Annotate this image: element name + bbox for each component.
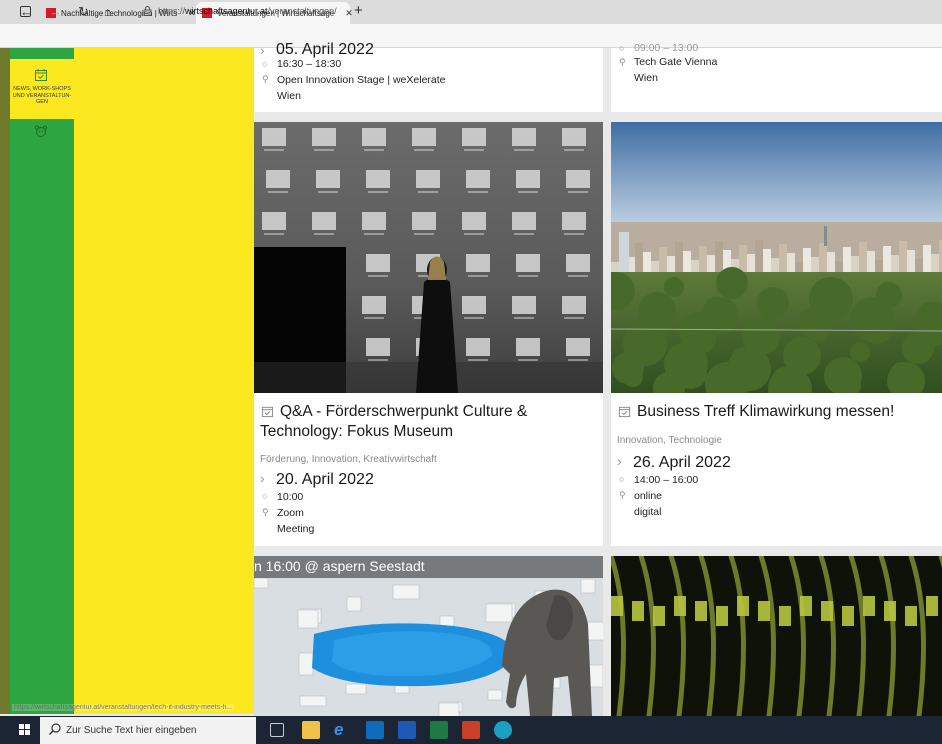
event-card[interactable]: ○ 09:00 – 13:00 ⚲ Tech Gate Vienna Wien: [611, 42, 942, 112]
location-pin-icon: ⚲: [262, 507, 269, 517]
url-domain: wirtschaftsagentur.at: [185, 6, 268, 16]
back-icon[interactable]: ←: [20, 3, 33, 21]
event-card[interactable]: Business Treff Klimawirkung messen! Inno…: [611, 122, 942, 546]
forward-icon[interactable]: →: [49, 3, 62, 21]
event-date: 05. April 2022: [276, 41, 374, 58]
event-time: 14:00 – 16:00: [634, 474, 699, 486]
event-card[interactable]: Q&A - Förderschwerpunkt Culture & Techno…: [254, 122, 603, 546]
sidebar-nav: [10, 48, 74, 714]
chevron-right-icon: ›: [260, 42, 265, 58]
event-sublocation: digital: [634, 506, 662, 518]
location-pin-icon: ⚲: [262, 74, 269, 84]
powerpoint-icon[interactable]: [462, 721, 480, 739]
edge-browser-icon[interactable]: [494, 721, 512, 739]
tag[interactable]: Kreativwirtschaft: [363, 454, 436, 465]
event-location: Open Innovation Stage | weXelerate: [277, 74, 446, 86]
event-tags: Innovation, Technologie: [617, 435, 722, 446]
event-date: 20. April 2022: [276, 471, 374, 488]
tag[interactable]: Innovation: [312, 454, 358, 465]
event-card[interactable]: [611, 556, 942, 716]
internet-explorer-icon[interactable]: e: [334, 721, 352, 739]
bear-icon[interactable]: [34, 124, 48, 138]
excel-icon[interactable]: [430, 721, 448, 739]
event-sublocation: Meeting: [277, 523, 315, 535]
event-image-city: [611, 122, 942, 393]
reload-icon[interactable]: ↻: [78, 3, 89, 21]
address-bar: [0, 24, 942, 48]
close-tab-icon[interactable]: ✕: [345, 8, 353, 19]
location-pin-icon: ⚲: [619, 57, 626, 67]
word-icon[interactable]: [398, 721, 416, 739]
clock-icon: ○: [619, 474, 625, 484]
clock-icon: ○: [619, 43, 625, 53]
event-image-aspern: [254, 556, 603, 716]
event-time: 16:30 – 18:30: [277, 58, 342, 70]
sidebar-panel: [74, 48, 254, 714]
windows-start-icon[interactable]: [19, 724, 30, 735]
url-path: /veranstaltungen/: [267, 6, 337, 16]
event-banner-text: n 16:00 @ aspern Seestadt: [254, 558, 425, 574]
lock-icon[interactable]: [143, 6, 152, 16]
event-card[interactable]: n 16:00 @ aspern Seestadt: [254, 556, 603, 716]
event-location: Zoom: [277, 507, 304, 519]
event-image-network-cables: [611, 556, 942, 716]
event-location: online: [634, 490, 663, 502]
background-strip: [0, 48, 10, 714]
calendar-icon: [35, 69, 47, 81]
event-title[interactable]: Q&A - Förderschwerpunkt Culture & Techno…: [260, 402, 590, 442]
location-pin-icon: ⚲: [619, 490, 626, 500]
task-view-icon[interactable]: [270, 723, 284, 737]
home-icon[interactable]: ⌂: [104, 3, 111, 21]
file-explorer-icon[interactable]: [302, 721, 320, 739]
tag[interactable]: Förderung: [260, 454, 306, 465]
event-tags: Förderung, Innovation, Kreativwirtschaft: [260, 454, 437, 465]
event-city: Wien: [634, 72, 658, 84]
tag[interactable]: Technologie: [669, 435, 722, 446]
event-date: 26. April 2022: [633, 454, 731, 471]
url-field[interactable]: https://wirtschaftsagentur.at/veranstalt…: [158, 6, 337, 16]
taskbar-search-placeholder: Zur Suche Text hier eingeben: [66, 725, 197, 736]
status-bar-url: https://wirtschaftsagentur.at/veranstalt…: [12, 704, 234, 711]
tag[interactable]: Innovation: [617, 435, 663, 446]
event-time: 10:00: [277, 491, 304, 503]
new-tab-icon[interactable]: +: [354, 2, 363, 19]
event-location: Tech Gate Vienna: [634, 56, 718, 68]
event-time: 09:00 – 13:00: [634, 42, 699, 54]
event-image-museum: [254, 122, 603, 393]
event-city: Wien: [277, 90, 301, 102]
event-title[interactable]: Business Treff Klimawirkung messen!: [617, 402, 937, 422]
outlook-icon[interactable]: [366, 721, 384, 739]
clock-icon: ○: [262, 59, 268, 69]
chevron-right-icon: ›: [617, 453, 622, 469]
url-prefix: https://: [158, 6, 186, 16]
sidebar-item-label: NEWS, WORK-SHOPS UND VERANSTALTUN-GEN: [12, 86, 72, 105]
clock-icon: ○: [262, 491, 268, 501]
search-icon: [49, 723, 61, 735]
chevron-right-icon: ›: [260, 470, 265, 486]
event-card[interactable]: › 05. April 2022 ○ 16:30 – 18:30 ⚲ Open …: [254, 41, 603, 112]
